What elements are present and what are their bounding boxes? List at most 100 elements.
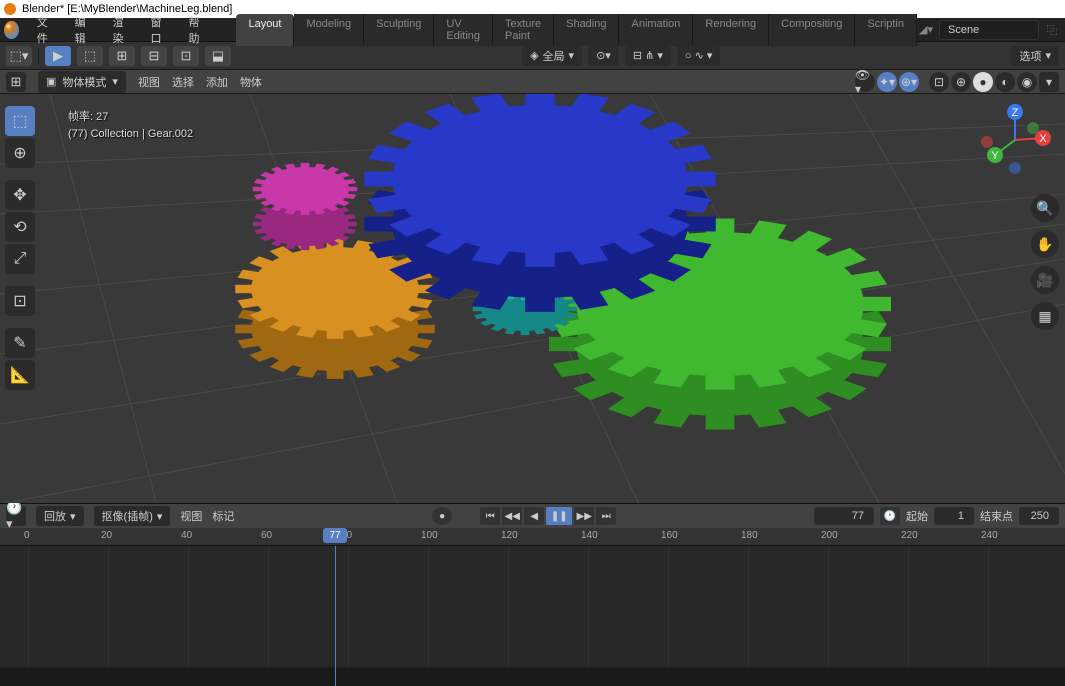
jump-end-icon[interactable]: ⏭ bbox=[596, 507, 616, 525]
cursor-tool[interactable]: ⊕ bbox=[5, 138, 35, 168]
frame-controls: 77 🕐 起始 1 结束点 250 bbox=[814, 507, 1059, 525]
menu-file[interactable]: 文件 bbox=[27, 10, 65, 50]
timeline-ruler[interactable]: 0 20 40 60 80 100 120 140 160 180 200 22… bbox=[0, 528, 1065, 546]
tab-rendering[interactable]: Rendering bbox=[693, 14, 769, 46]
chevron-down-icon: ▾ bbox=[112, 75, 118, 88]
select-box-icon[interactable]: ⬚ bbox=[77, 46, 103, 66]
select-invert-icon[interactable]: ⬓ bbox=[205, 46, 231, 66]
start-frame-input[interactable]: 1 bbox=[934, 507, 974, 525]
scene-name-field[interactable]: Scene bbox=[939, 20, 1039, 40]
tab-layout[interactable]: Layout bbox=[236, 14, 294, 46]
editor-type-icon[interactable]: ⊞ bbox=[6, 72, 26, 92]
marker-menu[interactable]: 标记 bbox=[212, 508, 234, 524]
measure-tool[interactable]: 📐 bbox=[5, 360, 35, 390]
solid-shading-icon[interactable]: ● bbox=[973, 72, 993, 92]
current-frame-input[interactable]: 77 bbox=[814, 507, 874, 525]
new-scene-icon[interactable]: ⿻ bbox=[1043, 21, 1061, 39]
transform-tool[interactable]: ⊡ bbox=[5, 286, 35, 316]
prev-keyframe-icon[interactable]: ◀◀ bbox=[502, 507, 522, 525]
proportional-edit[interactable]: ○ ∿ ▾ bbox=[677, 46, 721, 66]
pivot-point[interactable]: ⊙▾ bbox=[588, 46, 619, 66]
collection-overlay: (77) Collection | Gear.002 bbox=[68, 128, 193, 140]
viewport-header-icons: 👁▾ ✦▾ ⊕▾ ⊡ ⊕ ● ◐ ◉ ▾ bbox=[855, 72, 1059, 92]
timeline-view-menu[interactable]: 视图 bbox=[180, 508, 202, 524]
playback-controls: ⏮ ◀◀ ◀ ❚❚ ▶▶ ⏭ bbox=[480, 507, 616, 525]
timeline-editor-icon[interactable]: 🕐▾ bbox=[6, 506, 26, 526]
3d-viewport[interactable]: ⬚ ⊕ ✥ ⟲ ⤢ ⊡ ✎ 📐 帧率: 27 (77) Collection |… bbox=[0, 94, 1065, 503]
select-mode-icon[interactable]: ⬚▾ bbox=[6, 46, 32, 66]
perspective-toggle-icon[interactable]: ▦ bbox=[1031, 302, 1059, 330]
menu-help[interactable]: 帮助 bbox=[179, 10, 217, 50]
select-extend-icon[interactable]: ⊞ bbox=[109, 46, 135, 66]
select-menu[interactable]: 选择 bbox=[172, 74, 194, 90]
playback-menu[interactable]: 回放▾ bbox=[36, 506, 84, 526]
fps-overlay: 帧率: 27 bbox=[68, 108, 108, 124]
tab-animation[interactable]: Animation bbox=[619, 14, 693, 46]
pause-button[interactable]: ❚❚ bbox=[546, 507, 572, 525]
keying-menu[interactable]: 抠像(插帧)▾ bbox=[94, 506, 171, 526]
mode-selector[interactable]: ▣ 物体模式 ▾ bbox=[38, 71, 126, 93]
pan-icon[interactable]: ✋ bbox=[1031, 230, 1059, 258]
svg-text:Z: Z bbox=[1012, 107, 1019, 119]
select-subtract-icon[interactable]: ⊟ bbox=[141, 46, 167, 66]
tab-scripting[interactable]: Scriptin bbox=[855, 14, 917, 46]
viewport-nav-buttons: 🔍 ✋ 🎥 ▦ bbox=[1031, 194, 1059, 330]
visibility-icon[interactable]: 👁▾ bbox=[855, 72, 875, 92]
playhead-line[interactable] bbox=[335, 546, 336, 686]
cursor-tool-icon[interactable]: ▶ bbox=[45, 46, 71, 66]
view-menu[interactable]: 视图 bbox=[138, 74, 160, 90]
timeline-header: 🕐▾ 回放▾ 抠像(插帧)▾ 视图 标记 ● ⏮ ◀◀ ◀ ❚❚ ▶▶ ⏭ 77… bbox=[0, 504, 1065, 528]
tab-modeling[interactable]: Modeling bbox=[294, 14, 364, 46]
move-tool[interactable]: ✥ bbox=[5, 180, 35, 210]
gizmo-toggle-icon[interactable]: ✦▾ bbox=[877, 72, 897, 92]
auto-keyframe-icon[interactable]: ● bbox=[432, 507, 452, 525]
snap-toggle[interactable]: ⊟ ⋔ ▾ bbox=[625, 46, 671, 66]
end-frame-input[interactable]: 250 bbox=[1019, 507, 1059, 525]
rotate-tool[interactable]: ⟲ bbox=[5, 212, 35, 242]
overlay-toggle-icon[interactable]: ⊕▾ bbox=[899, 72, 919, 92]
zoom-icon[interactable]: 🔍 bbox=[1031, 194, 1059, 222]
tab-compositing[interactable]: Compositing bbox=[769, 14, 855, 46]
select-intersect-icon[interactable]: ⊡ bbox=[173, 46, 199, 66]
tab-shading[interactable]: Shading bbox=[554, 14, 619, 46]
scene-browse-icon[interactable]: ◢▾ bbox=[917, 21, 935, 39]
left-toolbar: ⬚ ⊕ ✥ ⟲ ⤢ ⊡ ✎ 📐 bbox=[5, 106, 35, 390]
scale-tool[interactable]: ⤢ bbox=[5, 244, 35, 274]
workspace-tabs: Layout Modeling Sculpting UV Editing Tex… bbox=[236, 14, 917, 46]
play-reverse-icon[interactable]: ◀ bbox=[524, 507, 544, 525]
transform-orientation[interactable]: ◈ 全局 ▾ bbox=[522, 46, 582, 66]
xray-icon[interactable]: ⊡ bbox=[929, 72, 949, 92]
timeline-tracks[interactable] bbox=[0, 546, 1065, 666]
blender-icon bbox=[4, 21, 19, 39]
shading-options-icon[interactable]: ▾ bbox=[1039, 72, 1059, 92]
nav-gizmo[interactable]: Z X Y bbox=[975, 100, 1055, 180]
camera-view-icon[interactable]: 🎥 bbox=[1031, 266, 1059, 294]
end-frame-label: 结束点 bbox=[980, 508, 1013, 524]
add-menu[interactable]: 添加 bbox=[206, 74, 228, 90]
menu-edit[interactable]: 编辑 bbox=[65, 10, 103, 50]
tool-header: ⬚▾ ▶ ⬚ ⊞ ⊟ ⊡ ⬓ ◈ 全局 ▾ ⊙▾ ⊟ ⋔ ▾ ○ ∿ ▾ 选项 … bbox=[0, 42, 1065, 70]
object-mode-icon: ▣ bbox=[46, 75, 56, 88]
tab-sculpting[interactable]: Sculpting bbox=[364, 14, 434, 46]
tab-uv-editing[interactable]: UV Editing bbox=[434, 14, 493, 46]
menu-render[interactable]: 渲染 bbox=[103, 10, 141, 50]
blender-logo-icon bbox=[4, 3, 16, 15]
editor-header: ⊞ ▣ 物体模式 ▾ 视图 选择 添加 物体 👁▾ ✦▾ ⊕▾ ⊡ ⊕ ● ◐ … bbox=[0, 70, 1065, 94]
jump-start-icon[interactable]: ⏮ bbox=[480, 507, 500, 525]
timeline-editor: 🕐▾ 回放▾ 抠像(插帧)▾ 视图 标记 ● ⏮ ◀◀ ◀ ❚❚ ▶▶ ⏭ 77… bbox=[0, 503, 1065, 668]
menu-window[interactable]: 窗口 bbox=[141, 10, 179, 50]
tab-texture-paint[interactable]: Texture Paint bbox=[493, 14, 554, 46]
clock-icon[interactable]: 🕐 bbox=[880, 507, 900, 525]
wireframe-shading-icon[interactable]: ⊕ bbox=[951, 72, 971, 92]
next-keyframe-icon[interactable]: ▶▶ bbox=[574, 507, 594, 525]
rendered-shading-icon[interactable]: ◉ bbox=[1017, 72, 1037, 92]
object-menu[interactable]: 物体 bbox=[240, 74, 262, 90]
grid-floor bbox=[0, 94, 1065, 503]
playhead-marker[interactable]: 77 bbox=[323, 528, 347, 543]
select-tool[interactable]: ⬚ bbox=[5, 106, 35, 136]
3d-cursor-icon bbox=[533, 182, 538, 187]
options-dropdown[interactable]: 选项 ▾ bbox=[1011, 46, 1059, 66]
annotate-tool[interactable]: ✎ bbox=[5, 328, 35, 358]
svg-text:Y: Y bbox=[991, 150, 999, 162]
material-shading-icon[interactable]: ◐ bbox=[995, 72, 1015, 92]
